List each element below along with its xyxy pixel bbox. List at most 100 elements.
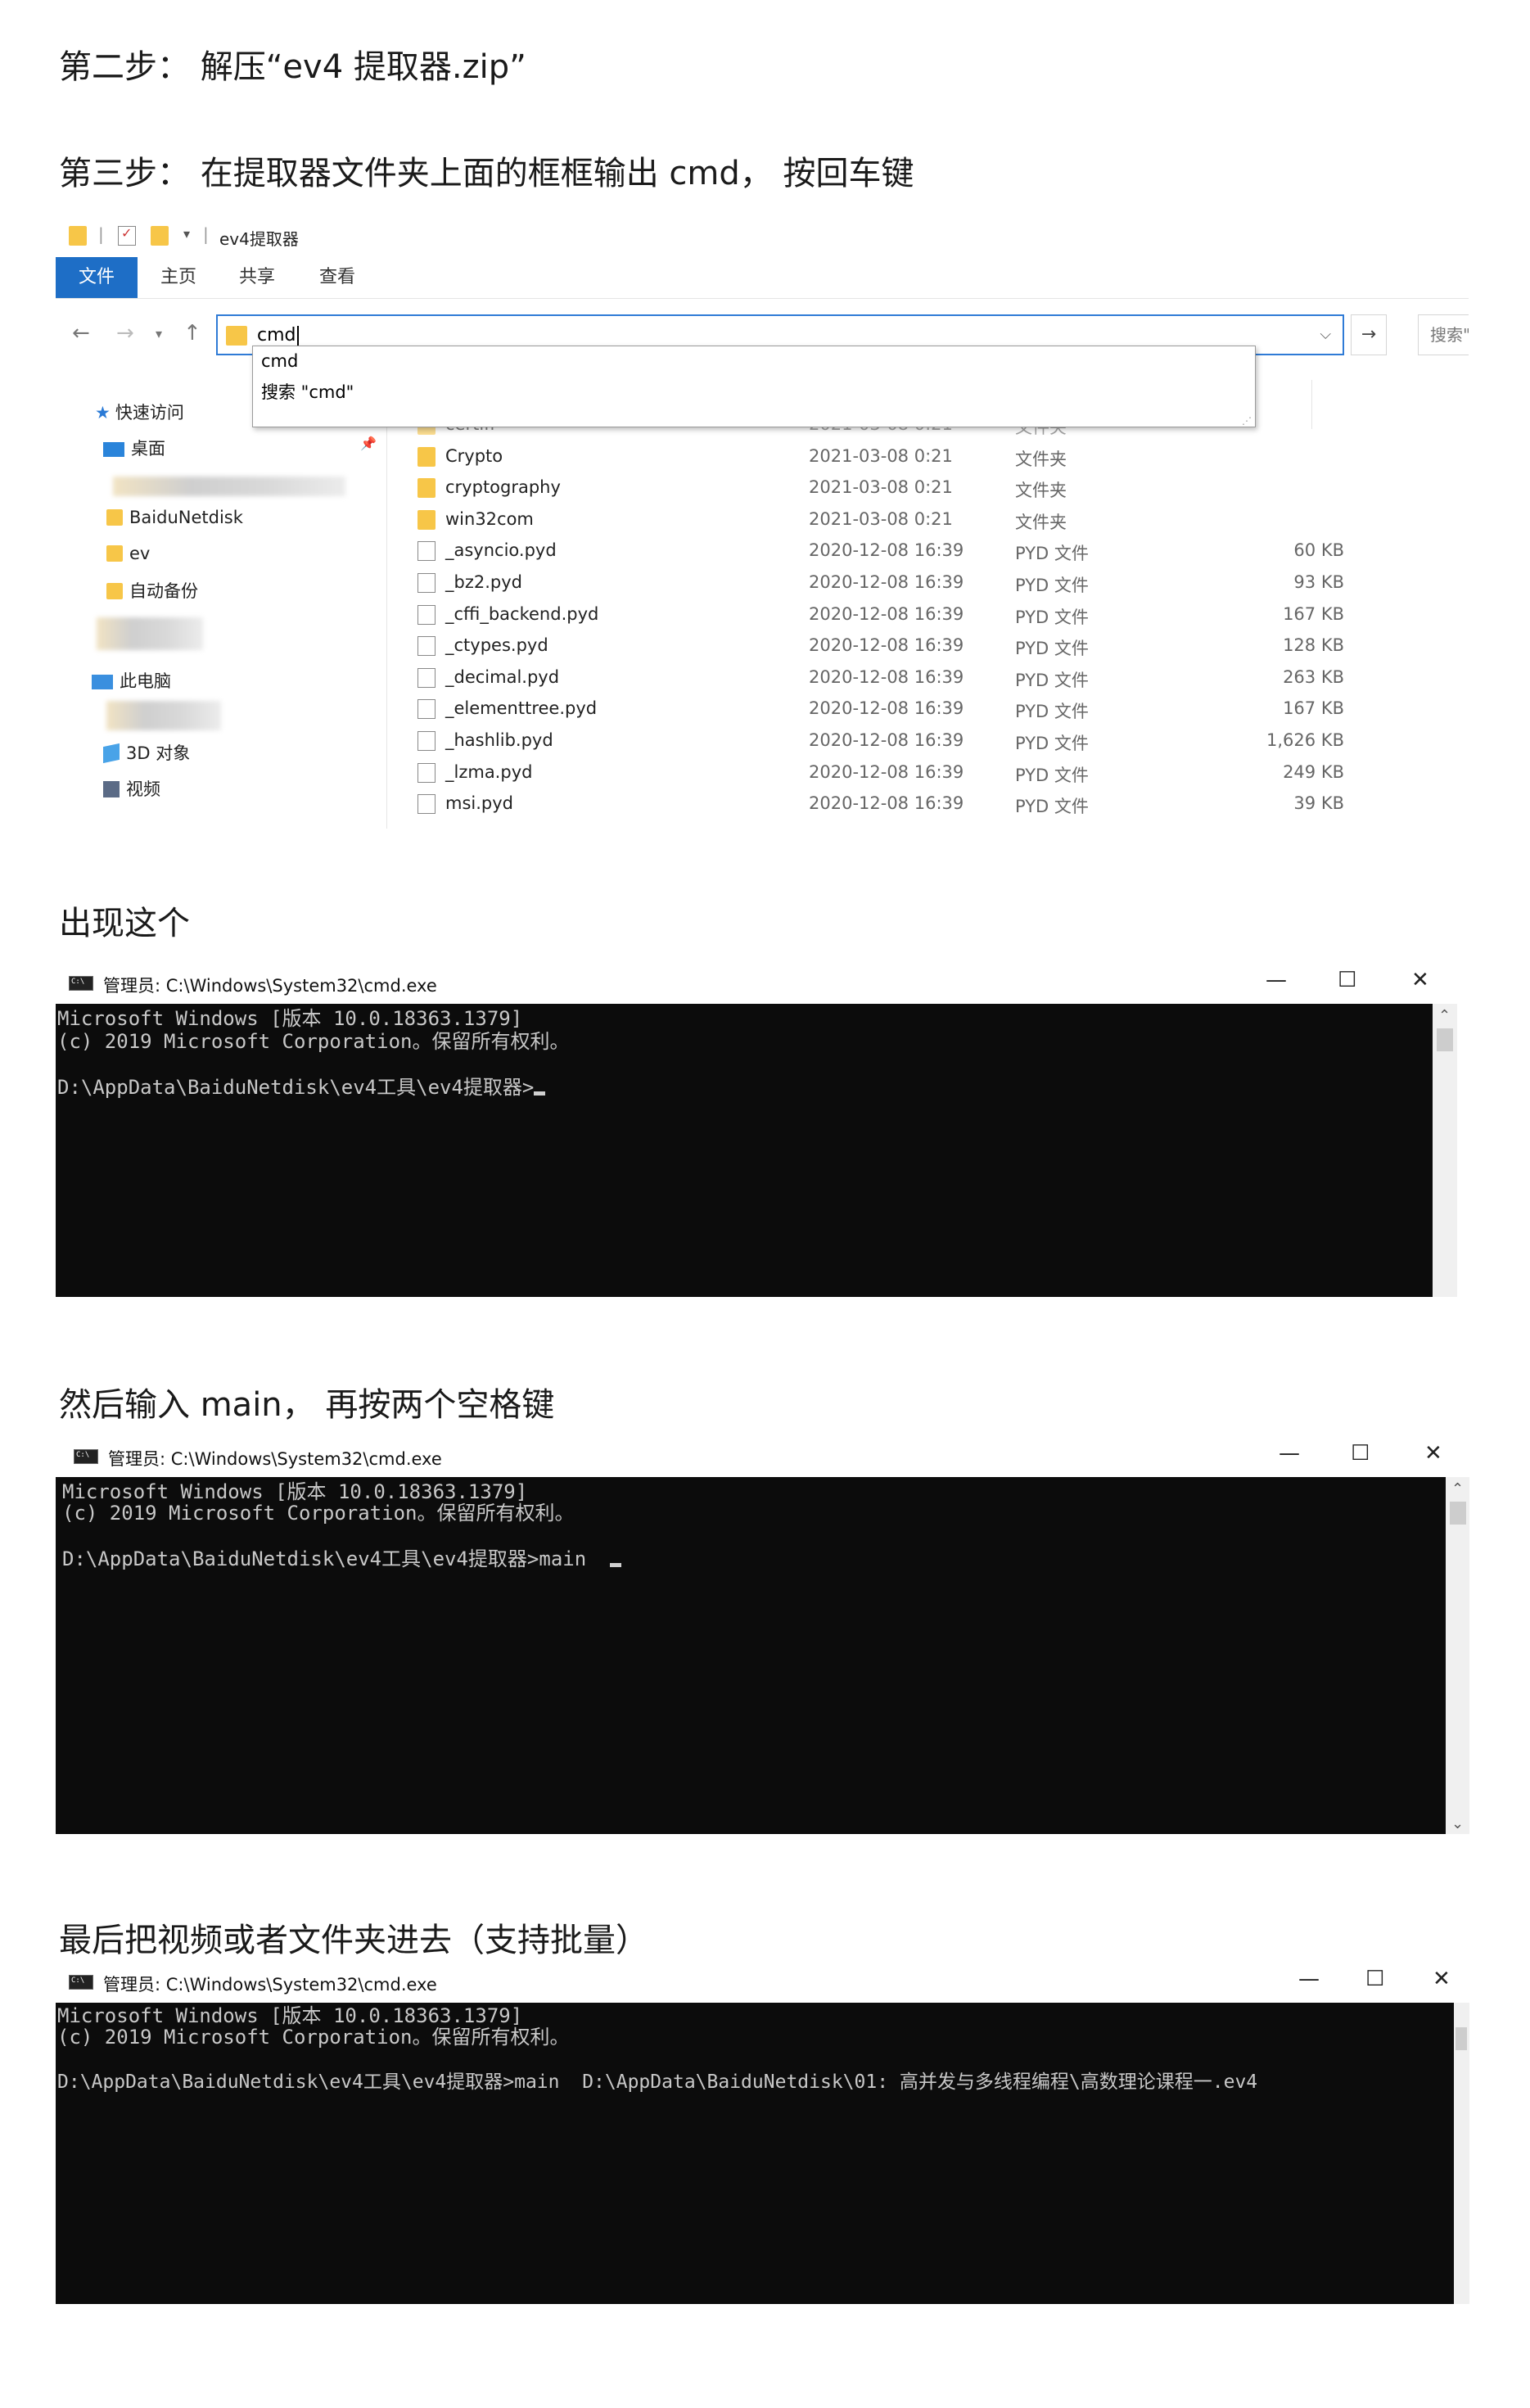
cmd-icon — [69, 1975, 93, 1990]
file-name: win32com — [445, 508, 534, 529]
maximize-button[interactable]: ☐ — [1338, 968, 1356, 992]
resize-grip-icon[interactable]: ⋰ — [1242, 415, 1252, 427]
cmd-prompt: D:\AppData\BaiduNetdisk\ev4工具\ev4提取器>mai… — [62, 1547, 611, 1570]
close-button[interactable]: ✕ — [1411, 968, 1429, 992]
file-size: 60 KB — [1293, 540, 1344, 561]
file-name: _cffi_backend.pyd — [445, 603, 599, 624]
back-arrow-icon[interactable]: ← — [72, 321, 90, 346]
tab-view[interactable]: 查看 — [319, 257, 355, 298]
file-icon — [417, 604, 436, 625]
cmd-line-version: Microsoft Windows [版本 10.0.18363.1379] — [57, 1007, 523, 1030]
file-name: _elementtree.pyd — [445, 698, 598, 719]
sidebar-label: 视频 — [126, 779, 160, 799]
close-button[interactable]: ✕ — [1424, 1441, 1442, 1466]
suggestion-search-cmd[interactable]: 搜索 "cmd" — [261, 379, 354, 404]
file-name: _bz2.pyd — [445, 572, 522, 592]
folder-icon — [106, 583, 123, 599]
file-explorer-window: | ✓ ▾ | ev4提取器 文件 主页 共享 查看 ← → ▾ ↑ cmd ⌵… — [56, 216, 1469, 829]
file-name: _lzma.pyd — [445, 761, 533, 782]
customize-toolbar-icon[interactable]: ▾ — [183, 226, 190, 242]
file-icon — [417, 731, 436, 751]
file-type: 文件夹 — [1015, 449, 1067, 469]
file-size: 128 KB — [1283, 635, 1344, 656]
file-row[interactable]: _elementtree.pyd 2020-12-08 16:39 PYD 文件 16… — [416, 695, 1439, 726]
recent-locations-icon[interactable]: ▾ — [156, 326, 162, 341]
minimize-button[interactable]: — — [1266, 968, 1287, 992]
cmd-scrollbar[interactable] — [1454, 2003, 1469, 2304]
column-divider — [1311, 380, 1312, 429]
up-arrow-icon[interactable]: ↑ — [183, 321, 201, 346]
blurred-item — [106, 701, 221, 730]
maximize-button[interactable]: ☐ — [1365, 1967, 1384, 1991]
chevron-down-icon[interactable]: ⌵ — [1320, 326, 1331, 343]
file-row[interactable]: Crypto 2021-03-08 0:21 文件夹 — [416, 443, 1439, 474]
cmd-scrollbar[interactable]: ⌃ — [1433, 1004, 1457, 1297]
cmd-line-copyright: (c) 2019 Microsoft Corporation。保留所有权利。 — [62, 1502, 575, 1525]
minimize-button[interactable]: — — [1279, 1441, 1300, 1466]
cmd-output[interactable]: Microsoft Windows [版本 10.0.18363.1379] (… — [56, 1004, 1433, 1297]
close-button[interactable]: ✕ — [1433, 1967, 1451, 1991]
minimize-button[interactable]: — — [1298, 1967, 1320, 1991]
file-row[interactable]: _ctypes.pyd 2020-12-08 16:39 PYD 文件 128 KB — [416, 632, 1439, 663]
document-page: { "steps": { "step2": "第二步： 解压“ev4 提取器.z… — [0, 0, 1530, 2408]
file-row[interactable]: _lzma.pyd 2020-12-08 16:39 PYD 文件 249 KB — [416, 759, 1439, 790]
pin-icon[interactable]: 📌 — [360, 436, 377, 451]
sidebar-item-baidunetdisk[interactable]: BaiduNetdisk — [106, 508, 243, 527]
sidebar-label: 桌面 — [131, 439, 165, 459]
cmd-output[interactable]: Microsoft Windows [版本 10.0.18363.1379] (… — [56, 2003, 1454, 2304]
folder-icon — [417, 446, 436, 467]
cmd-titlebar: 管理员: C:\Windows\System32\cmd.exe — ☐ ✕ — [56, 1962, 1469, 2003]
file-name: _hashlib.pyd — [445, 730, 553, 750]
cmd-output[interactable]: Microsoft Windows [版本 10.0.18363.1379] (… — [56, 1477, 1446, 1834]
file-date: 2020-12-08 16:39 — [809, 603, 964, 624]
cmd-line-copyright: (c) 2019 Microsoft Corporation。保留所有权利。 — [57, 1030, 570, 1053]
window-title: ev4提取器 — [219, 229, 299, 249]
scroll-thumb[interactable] — [1437, 1028, 1453, 1051]
file-icon — [417, 667, 436, 688]
forward-arrow-icon[interactable]: → — [116, 321, 134, 346]
desktop-icon — [103, 442, 124, 457]
file-row[interactable]: _decimal.pyd 2020-12-08 16:39 PYD 文件 263 KB — [416, 664, 1439, 695]
sidebar-item-ev[interactable]: ev — [106, 544, 150, 563]
file-row[interactable]: _hashlib.pyd 2020-12-08 16:39 PYD 文件 1,626 … — [416, 727, 1439, 758]
sidebar-item-videos[interactable]: 视频 — [103, 776, 160, 801]
cmd-scrollbar[interactable]: ⌃ ⌄ — [1446, 1477, 1469, 1834]
file-row[interactable]: cryptography 2021-03-08 0:21 文件夹 — [416, 474, 1439, 505]
properties-icon[interactable]: ✓ — [118, 225, 136, 246]
file-row[interactable]: _cffi_backend.pyd 2020-12-08 16:39 PYD 文件 1… — [416, 601, 1439, 632]
file-row[interactable]: msi.pyd 2020-12-08 16:39 PYD 文件 39 KB — [416, 790, 1439, 821]
maximize-button[interactable]: ☐ — [1351, 1441, 1370, 1466]
scroll-up-icon[interactable]: ⌃ — [1451, 1480, 1464, 1498]
file-icon — [417, 573, 436, 593]
file-name: Crypto — [445, 445, 503, 466]
tab-share[interactable]: 共享 — [239, 257, 275, 298]
sidebar-label: 3D 对象 — [126, 743, 191, 763]
sidebar-item-3d-objects[interactable]: 3D 对象 — [103, 740, 190, 765]
sidebar-item-this-pc[interactable]: 此电脑 — [92, 668, 171, 693]
tab-home[interactable]: 主页 — [160, 257, 196, 298]
new-folder-icon[interactable] — [151, 226, 169, 246]
toolbar-separator-2: | — [203, 224, 209, 244]
scroll-thumb[interactable] — [1456, 2027, 1467, 2050]
then-heading: 然后输入 main， 再按两个空格键 — [59, 1386, 555, 1424]
sidebar-item-autobackup[interactable]: 自动备份 — [106, 578, 198, 603]
navigation-pane: ★ 快速访问 桌面 📌 BaiduNetdisk ev 自动备份 此电脑 3D 对… — [56, 380, 383, 829]
address-suggestions: cmd 搜索 "cmd" ⋰ — [252, 346, 1256, 427]
scroll-up-icon[interactable]: ⌃ — [1438, 1007, 1451, 1024]
search-input[interactable]: 搜索"ev4提 — [1418, 314, 1469, 355]
scroll-down-icon[interactable]: ⌄ — [1451, 1815, 1464, 1832]
file-row[interactable]: _asyncio.pyd 2020-12-08 16:39 PYD 文件 60 KB — [416, 537, 1439, 568]
tab-file[interactable]: 文件 — [56, 257, 138, 298]
scroll-thumb[interactable] — [1450, 1502, 1466, 1525]
sidebar-item-quick-access[interactable]: ★ 快速访问 — [95, 400, 184, 424]
file-name: _asyncio.pyd — [445, 540, 557, 561]
address-input[interactable]: cmd — [257, 325, 296, 346]
sidebar-label: ev — [129, 544, 151, 563]
cmd-icon — [74, 1449, 98, 1464]
file-row[interactable]: _bz2.pyd 2020-12-08 16:39 PYD 文件 93 KB — [416, 569, 1439, 600]
file-date: 2020-12-08 16:39 — [809, 730, 964, 750]
sidebar-item-desktop[interactable]: 桌面 — [103, 436, 165, 460]
computer-icon — [92, 675, 113, 689]
file-row[interactable]: win32com 2021-03-08 0:21 文件夹 — [416, 506, 1439, 537]
suggestion-cmd[interactable]: cmd — [261, 351, 298, 371]
